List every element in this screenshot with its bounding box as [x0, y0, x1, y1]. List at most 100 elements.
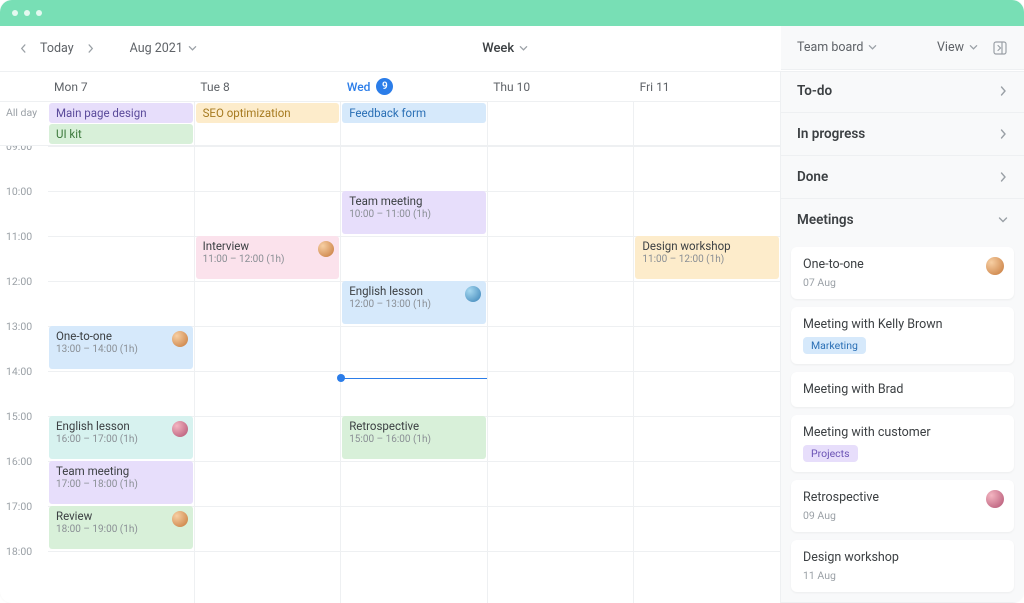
event-time: 16:00 – 17:00 (1h): [56, 434, 186, 445]
side-pane: Team board View To-doIn progressDoneMeet…: [780, 72, 1024, 603]
main-area: Mon 7Tue 8 Wed 9 Thu 10Fri 11 All day Main …: [0, 72, 1024, 603]
month-picker[interactable]: Aug 2021: [130, 41, 197, 56]
side-view-picker[interactable]: View: [937, 40, 978, 55]
chevron-down-icon: [519, 44, 528, 53]
event-time: 12:00 – 13:00 (1h): [349, 299, 479, 310]
card-date: 07 Aug: [803, 276, 1002, 289]
side-section: In progress: [781, 113, 1024, 156]
day-header[interactable]: Tue 8: [194, 80, 340, 94]
allday-row: All day Main page designUI kitSEO optimi…: [0, 102, 780, 146]
allday-column[interactable]: [487, 102, 634, 145]
hour-label: 16:00: [0, 455, 48, 500]
calendar-event[interactable]: Interview11:00 – 12:00 (1h): [196, 236, 340, 279]
chevron-down-icon: [868, 43, 877, 52]
calendar-event[interactable]: English lesson12:00 – 13:00 (1h): [342, 281, 486, 324]
chevron-down-icon: [969, 43, 978, 52]
allday-label: All day: [0, 102, 48, 145]
hour-label: 09:00: [0, 146, 48, 185]
day-header[interactable]: Wed 9: [341, 78, 487, 95]
side-toolbar: Team board View: [781, 26, 1024, 70]
day-column[interactable]: One-to-one13:00 – 14:00 (1h) English less…: [48, 146, 194, 603]
side-view-label: View: [937, 40, 964, 55]
time-gutter: 09:0010:0011:0012:0013:0014:0015:0016:00…: [0, 146, 48, 596]
card-title: Meeting with Brad: [803, 382, 1002, 397]
meeting-card[interactable]: Meeting with customerProjects: [791, 415, 1014, 472]
avatar: [986, 257, 1004, 275]
event-time: 17:00 – 18:00 (1h): [56, 479, 186, 490]
window-titlebar: [0, 0, 1024, 26]
side-section: Meetings One-to-one07 Aug Meeting with Kel…: [781, 199, 1024, 603]
day-column[interactable]: Team meeting10:00 – 11:00 (1h) English le…: [340, 146, 487, 603]
meeting-card[interactable]: Meeting with Brad: [791, 372, 1014, 407]
event-title: Retrospective: [349, 419, 479, 433]
day-column[interactable]: [487, 146, 634, 603]
section-header[interactable]: Done: [781, 156, 1024, 198]
avatar: [986, 490, 1004, 508]
calendar-event[interactable]: Team meeting17:00 – 18:00 (1h): [49, 461, 193, 504]
window-dot: [12, 10, 18, 16]
day-number-badge: 9: [376, 78, 393, 95]
day-label: Wed: [347, 80, 371, 94]
avatar: [465, 286, 481, 302]
event-title: Team meeting: [56, 464, 186, 478]
calendar-event[interactable]: Design workshop11:00 – 12:00 (1h): [635, 236, 779, 279]
section-header[interactable]: Meetings: [781, 199, 1024, 241]
allday-column[interactable]: SEO optimization: [194, 102, 341, 145]
calendar-event[interactable]: English lesson16:00 – 17:00 (1h): [49, 416, 193, 459]
calendar-event[interactable]: Review18:00 – 19:00 (1h): [49, 506, 193, 549]
event-time: 10:00 – 11:00 (1h): [349, 209, 479, 220]
hour-label: 12:00: [0, 275, 48, 320]
chevron-down-icon: [188, 44, 197, 53]
meeting-card[interactable]: One-to-one07 Aug: [791, 247, 1014, 299]
panel-collapse-icon: [992, 40, 1008, 56]
toolbar-left: Today Aug 2021: [0, 40, 211, 58]
period-label: Week: [482, 41, 514, 56]
card-title: Design workshop: [803, 550, 1002, 565]
allday-column[interactable]: Main page designUI kit: [48, 102, 194, 145]
section-title: In progress: [797, 126, 865, 142]
board-picker[interactable]: Team board: [797, 40, 877, 55]
day-column[interactable]: Interview11:00 – 12:00 (1h): [194, 146, 341, 603]
board-label: Team board: [797, 40, 863, 55]
prev-button[interactable]: [14, 40, 32, 58]
calendar-grid[interactable]: 09:0010:0011:0012:0013:0014:0015:0016:00…: [0, 146, 780, 603]
calendar-event[interactable]: One-to-one13:00 – 14:00 (1h): [49, 326, 193, 369]
allday-column[interactable]: [633, 102, 780, 145]
allday-event[interactable]: UI kit: [49, 124, 193, 144]
day-header[interactable]: Fri 11: [634, 80, 780, 94]
day-header[interactable]: Mon 7: [48, 80, 194, 94]
card-date: 09 Aug: [803, 509, 1002, 522]
hour-label: 17:00: [0, 500, 48, 545]
collapse-panel-button[interactable]: [992, 40, 1008, 56]
meeting-card[interactable]: Retrospective09 Aug: [791, 480, 1014, 532]
next-button[interactable]: [82, 40, 100, 58]
avatar: [172, 511, 188, 527]
card-tag: Marketing: [803, 337, 866, 354]
period-picker[interactable]: Week: [482, 41, 528, 56]
card-date: 11 Aug: [803, 569, 1002, 582]
day-header[interactable]: Thu 10: [487, 80, 633, 94]
calendar-event[interactable]: Retrospective15:00 – 16:00 (1h): [342, 416, 486, 459]
now-dot: [337, 374, 345, 382]
side-section: Done: [781, 156, 1024, 199]
section-header[interactable]: In progress: [781, 113, 1024, 155]
day-column[interactable]: Design workshop11:00 – 12:00 (1h): [633, 146, 780, 603]
allday-event[interactable]: Main page design: [49, 103, 193, 123]
meeting-card[interactable]: Meeting with Kelly BrownMarketing: [791, 307, 1014, 364]
event-time: 11:00 – 12:00 (1h): [642, 254, 772, 265]
calendar-event[interactable]: Team meeting10:00 – 11:00 (1h): [342, 191, 486, 234]
event-title: English lesson: [349, 284, 479, 298]
hour-label: 14:00: [0, 365, 48, 410]
allday-event[interactable]: SEO optimization: [196, 103, 340, 123]
meeting-card[interactable]: Design workshop 11 Aug: [791, 540, 1014, 592]
avatar: [172, 331, 188, 347]
allday-event[interactable]: Feedback form: [342, 103, 486, 123]
event-time: 13:00 – 14:00 (1h): [56, 344, 186, 355]
hour-label: 10:00: [0, 185, 48, 230]
allday-column[interactable]: Feedback form: [340, 102, 487, 145]
event-title: One-to-one: [56, 329, 186, 343]
section-header[interactable]: To-do: [781, 70, 1024, 112]
card-title: Meeting with customer: [803, 425, 1002, 440]
today-button[interactable]: Today: [40, 41, 74, 56]
calendar-days-header: Mon 7Tue 8 Wed 9 Thu 10Fri 11: [0, 72, 780, 102]
